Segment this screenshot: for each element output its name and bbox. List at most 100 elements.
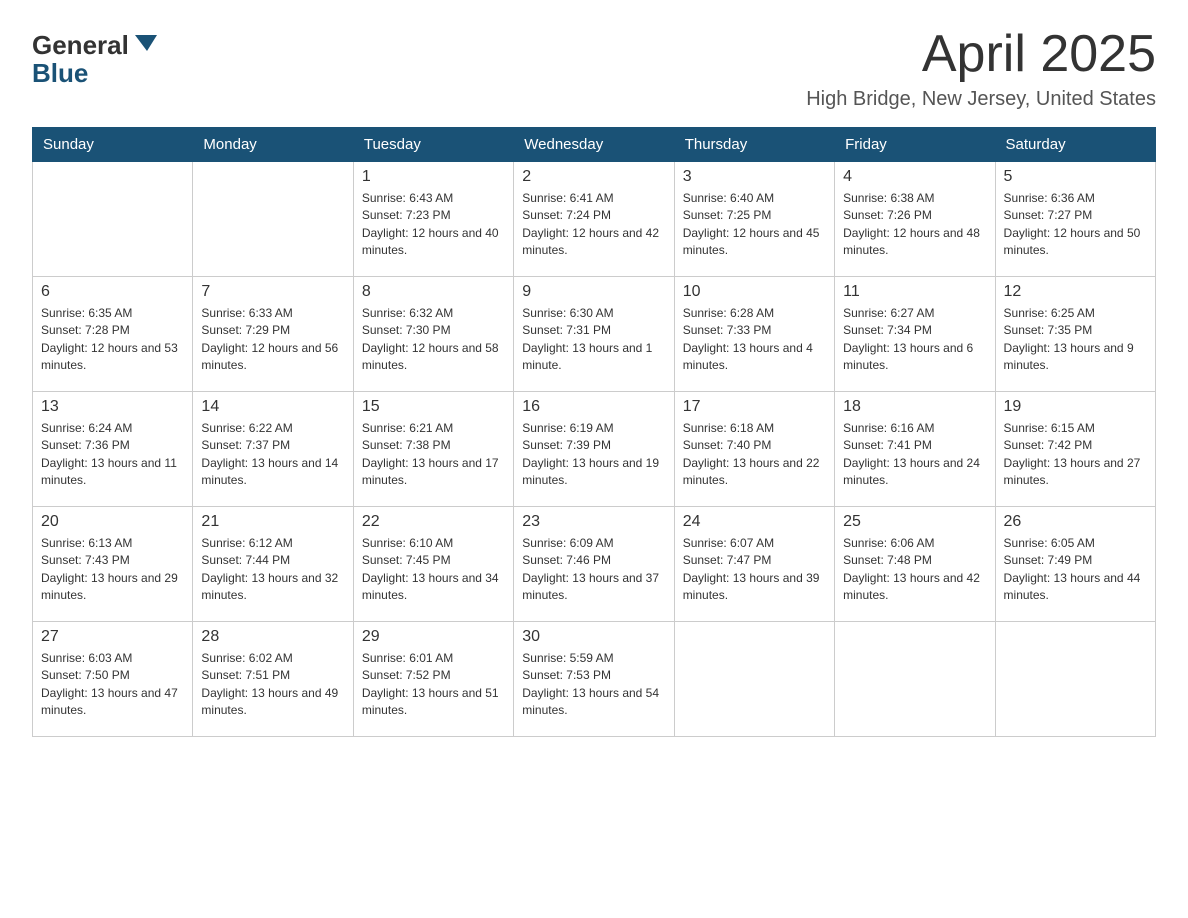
day-info: Sunrise: 6:22 AMSunset: 7:37 PMDaylight:… <box>201 420 344 490</box>
calendar-cell: 1 Sunrise: 6:43 AMSunset: 7:23 PMDaylight… <box>353 162 513 277</box>
day-info: Sunrise: 6:38 AMSunset: 7:26 PMDaylight:… <box>843 190 986 260</box>
day-info: Sunrise: 6:09 AMSunset: 7:46 PMDaylight:… <box>522 535 665 605</box>
logo-blue-text: Blue <box>32 58 88 88</box>
day-info: Sunrise: 6:01 AMSunset: 7:52 PMDaylight:… <box>362 650 505 720</box>
calendar-cell: 30 Sunrise: 5:59 AMSunset: 7:53 PMDayligh… <box>514 622 674 737</box>
calendar-cell: 20 Sunrise: 6:13 AMSunset: 7:43 PMDayligh… <box>33 507 193 622</box>
logo: General Blue <box>32 32 161 89</box>
page-header: General Blue April 2025 High Bridge, New… <box>32 24 1156 111</box>
day-info: Sunrise: 6:24 AMSunset: 7:36 PMDaylight:… <box>41 420 184 490</box>
calendar-cell: 10Sunrise: 6:28 AMSunset: 7:33 PMDayligh… <box>674 277 834 392</box>
day-info: Sunrise: 6:21 AMSunset: 7:38 PMDaylight:… <box>362 420 505 490</box>
calendar-cell: 15 Sunrise: 6:21 AMSunset: 7:38 PMDayligh… <box>353 392 513 507</box>
day-number: 15 <box>362 398 505 416</box>
calendar-cell: 21 Sunrise: 6:12 AMSunset: 7:44 PMDayligh… <box>193 507 353 622</box>
calendar-cell: 26 Sunrise: 6:05 AMSunset: 7:49 PMDayligh… <box>995 507 1155 622</box>
day-info: Sunrise: 6:03 AMSunset: 7:50 PMDaylight:… <box>41 650 184 720</box>
day-number: 5 <box>1004 168 1147 186</box>
col-header-friday: Friday <box>835 128 995 162</box>
col-header-saturday: Saturday <box>995 128 1155 162</box>
day-info: Sunrise: 6:06 AMSunset: 7:48 PMDaylight:… <box>843 535 986 605</box>
calendar-cell: 8 Sunrise: 6:32 AMSunset: 7:30 PMDaylight… <box>353 277 513 392</box>
day-info: Sunrise: 6:41 AMSunset: 7:24 PMDaylight:… <box>522 190 665 260</box>
day-info: Sunrise: 6:32 AMSunset: 7:30 PMDaylight:… <box>362 305 505 375</box>
day-info: Sunrise: 6:35 AMSunset: 7:28 PMDaylight:… <box>41 305 184 375</box>
calendar-cell: 25 Sunrise: 6:06 AMSunset: 7:48 PMDayligh… <box>835 507 995 622</box>
day-number: 3 <box>683 168 826 186</box>
day-info: Sunrise: 6:30 AMSunset: 7:31 PMDaylight:… <box>522 305 665 375</box>
day-info: Sunrise: 6:43 AMSunset: 7:23 PMDaylight:… <box>362 190 505 260</box>
day-info: Sunrise: 6:18 AMSunset: 7:40 PMDaylight:… <box>683 420 826 490</box>
logo-general-text: General <box>32 32 129 58</box>
day-number: 14 <box>201 398 344 416</box>
day-number: 19 <box>1004 398 1147 416</box>
day-number: 1 <box>362 168 505 186</box>
day-info: Sunrise: 6:07 AMSunset: 7:47 PMDaylight:… <box>683 535 826 605</box>
day-number: 9 <box>522 283 665 301</box>
day-number: 2 <box>522 168 665 186</box>
day-number: 6 <box>41 283 184 301</box>
col-header-thursday: Thursday <box>674 128 834 162</box>
day-number: 7 <box>201 283 344 301</box>
calendar-cell: 16Sunrise: 6:19 AMSunset: 7:39 PMDayligh… <box>514 392 674 507</box>
day-info: Sunrise: 6:15 AMSunset: 7:42 PMDaylight:… <box>1004 420 1147 490</box>
calendar-cell: 2 Sunrise: 6:41 AMSunset: 7:24 PMDaylight… <box>514 162 674 277</box>
day-number: 18 <box>843 398 986 416</box>
calendar-cell: 12Sunrise: 6:25 AMSunset: 7:35 PMDayligh… <box>995 277 1155 392</box>
day-number: 4 <box>843 168 986 186</box>
day-info: Sunrise: 6:02 AMSunset: 7:51 PMDaylight:… <box>201 650 344 720</box>
calendar-cell: 11 Sunrise: 6:27 AMSunset: 7:34 PMDayligh… <box>835 277 995 392</box>
calendar-week-row: 27Sunrise: 6:03 AMSunset: 7:50 PMDayligh… <box>33 622 1156 737</box>
day-info: Sunrise: 6:12 AMSunset: 7:44 PMDaylight:… <box>201 535 344 605</box>
day-number: 21 <box>201 513 344 531</box>
day-number: 11 <box>843 283 986 301</box>
calendar-cell <box>33 162 193 277</box>
calendar-cell: 19 Sunrise: 6:15 AMSunset: 7:42 PMDayligh… <box>995 392 1155 507</box>
calendar-week-row: 1 Sunrise: 6:43 AMSunset: 7:23 PMDaylight… <box>33 162 1156 277</box>
calendar-header-row: SundayMondayTuesdayWednesdayThursdayFrid… <box>33 128 1156 162</box>
title-section: April 2025 High Bridge, New Jersey, Unit… <box>806 24 1156 111</box>
calendar-cell <box>995 622 1155 737</box>
day-number: 26 <box>1004 513 1147 531</box>
day-number: 29 <box>362 628 505 646</box>
col-header-tuesday: Tuesday <box>353 128 513 162</box>
day-number: 22 <box>362 513 505 531</box>
day-info: Sunrise: 6:10 AMSunset: 7:45 PMDaylight:… <box>362 535 505 605</box>
day-number: 25 <box>843 513 986 531</box>
day-info: Sunrise: 6:19 AMSunset: 7:39 PMDaylight:… <box>522 420 665 490</box>
day-number: 13 <box>41 398 184 416</box>
day-number: 8 <box>362 283 505 301</box>
day-info: Sunrise: 6:05 AMSunset: 7:49 PMDaylight:… <box>1004 535 1147 605</box>
day-info: Sunrise: 6:25 AMSunset: 7:35 PMDaylight:… <box>1004 305 1147 375</box>
calendar-week-row: 6 Sunrise: 6:35 AMSunset: 7:28 PMDaylight… <box>33 277 1156 392</box>
day-info: Sunrise: 6:40 AMSunset: 7:25 PMDaylight:… <box>683 190 826 260</box>
calendar-cell <box>835 622 995 737</box>
calendar-cell: 28Sunrise: 6:02 AMSunset: 7:51 PMDayligh… <box>193 622 353 737</box>
col-header-sunday: Sunday <box>33 128 193 162</box>
day-number: 23 <box>522 513 665 531</box>
day-info: Sunrise: 5:59 AMSunset: 7:53 PMDaylight:… <box>522 650 665 720</box>
day-info: Sunrise: 6:13 AMSunset: 7:43 PMDaylight:… <box>41 535 184 605</box>
calendar-week-row: 20 Sunrise: 6:13 AMSunset: 7:43 PMDayligh… <box>33 507 1156 622</box>
calendar-cell: 6 Sunrise: 6:35 AMSunset: 7:28 PMDaylight… <box>33 277 193 392</box>
calendar-cell: 14 Sunrise: 6:22 AMSunset: 7:37 PMDayligh… <box>193 392 353 507</box>
day-info: Sunrise: 6:16 AMSunset: 7:41 PMDaylight:… <box>843 420 986 490</box>
day-info: Sunrise: 6:27 AMSunset: 7:34 PMDaylight:… <box>843 305 986 375</box>
calendar-cell: 3 Sunrise: 6:40 AMSunset: 7:25 PMDaylight… <box>674 162 834 277</box>
calendar-cell: 18 Sunrise: 6:16 AMSunset: 7:41 PMDayligh… <box>835 392 995 507</box>
col-header-monday: Monday <box>193 128 353 162</box>
calendar-cell: 29 Sunrise: 6:01 AMSunset: 7:52 PMDayligh… <box>353 622 513 737</box>
calendar-cell: 17Sunrise: 6:18 AMSunset: 7:40 PMDayligh… <box>674 392 834 507</box>
calendar-cell: 27Sunrise: 6:03 AMSunset: 7:50 PMDayligh… <box>33 622 193 737</box>
calendar-cell <box>674 622 834 737</box>
calendar-cell <box>193 162 353 277</box>
calendar-cell: 9 Sunrise: 6:30 AMSunset: 7:31 PMDaylight… <box>514 277 674 392</box>
day-number: 30 <box>522 628 665 646</box>
calendar-cell: 22 Sunrise: 6:10 AMSunset: 7:45 PMDayligh… <box>353 507 513 622</box>
logo-flag-icon <box>131 33 161 57</box>
calendar-cell: 13 Sunrise: 6:24 AMSunset: 7:36 PMDayligh… <box>33 392 193 507</box>
calendar-cell: 24Sunrise: 6:07 AMSunset: 7:47 PMDayligh… <box>674 507 834 622</box>
location-text: High Bridge, New Jersey, United States <box>806 88 1156 111</box>
day-number: 20 <box>41 513 184 531</box>
calendar-table: SundayMondayTuesdayWednesdayThursdayFrid… <box>32 127 1156 737</box>
